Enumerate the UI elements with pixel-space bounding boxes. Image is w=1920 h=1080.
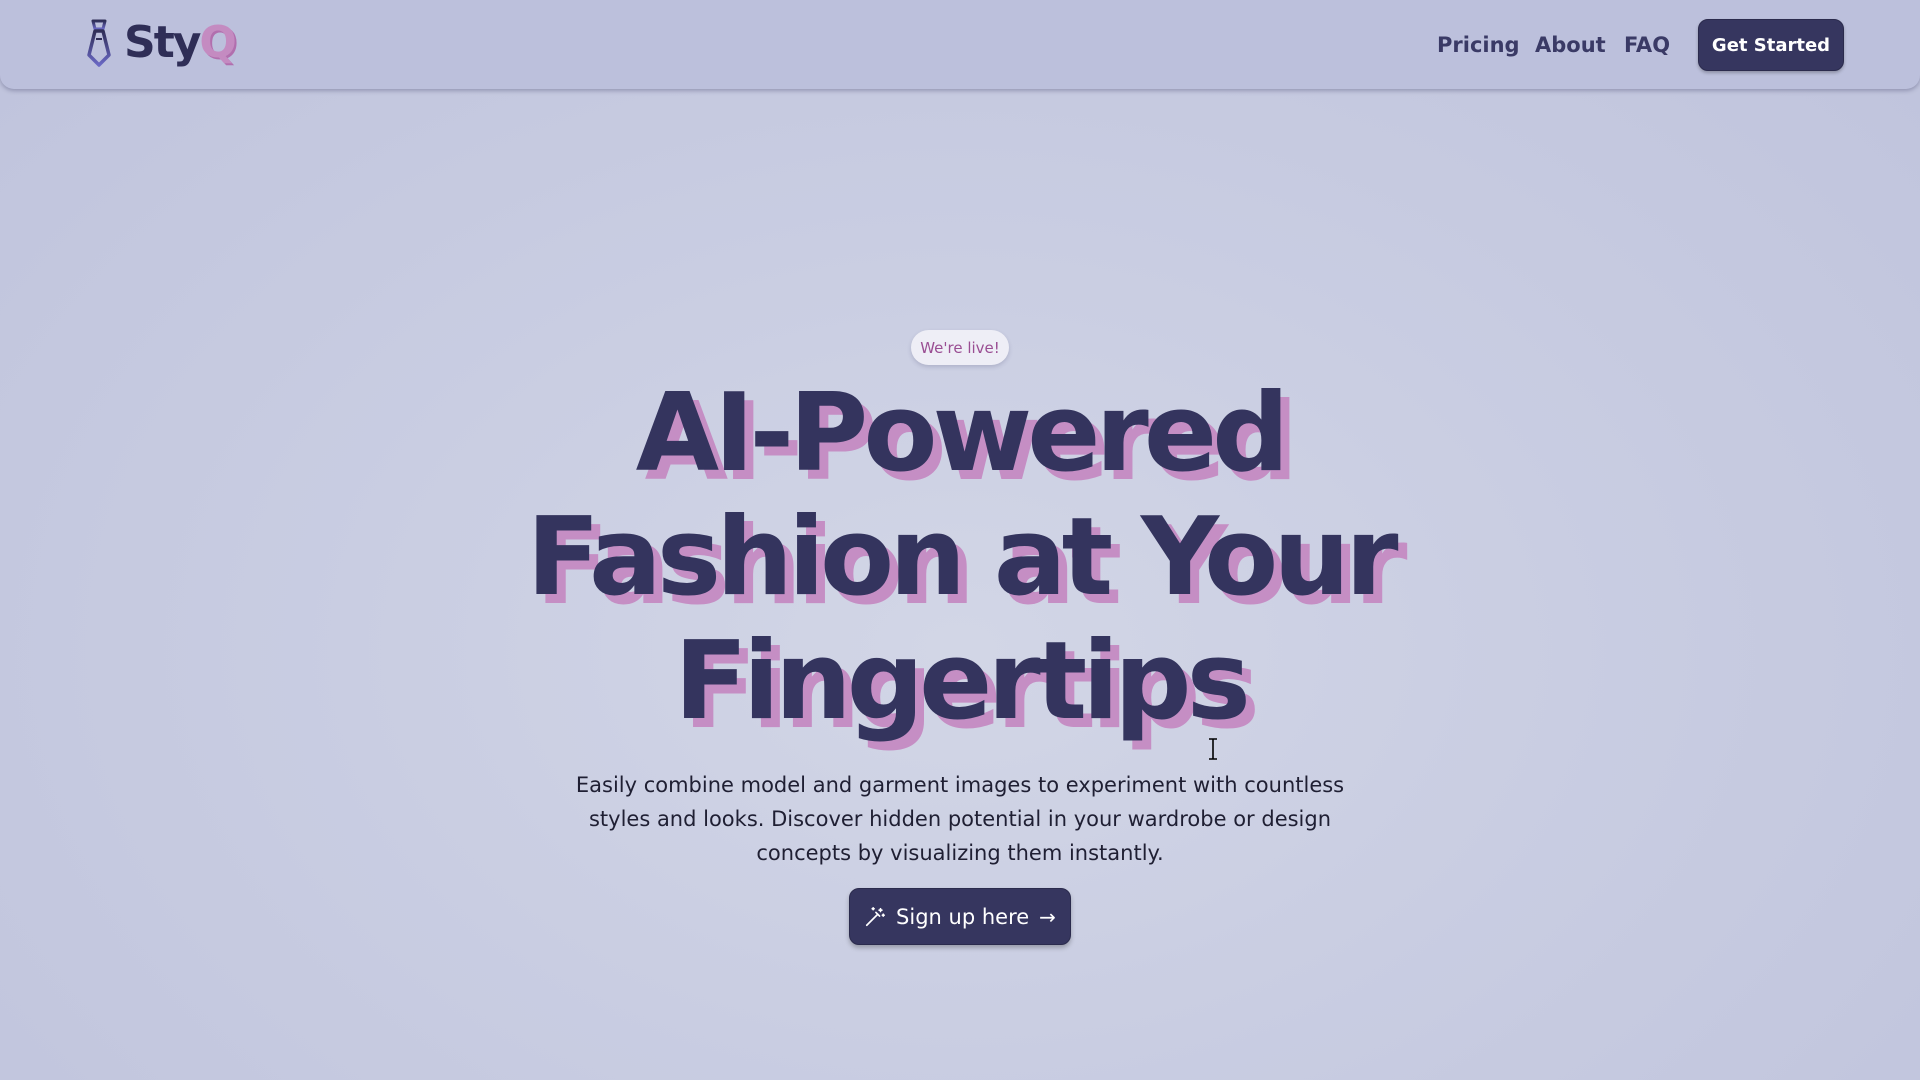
brand-name: Sty Q <box>124 17 237 68</box>
hero-title-line-3: Fingertips <box>674 619 1251 744</box>
brand-name-suffix: Q <box>199 17 236 68</box>
sign-up-label: Sign up here <box>896 904 1030 929</box>
brand-logo[interactable]: Sty Q <box>84 17 237 68</box>
hero-title-line-2: Fashion at Your <box>526 495 1399 620</box>
sign-up-button[interactable]: Sign up here → <box>849 888 1071 945</box>
nav-link-faq[interactable]: FAQ <box>1624 28 1674 62</box>
nav-link-pricing[interactable]: Pricing <box>1437 28 1520 62</box>
text-cursor-icon <box>1209 738 1217 760</box>
hero-title: AI-Powered Fashion at Your Fingertips <box>460 372 1460 744</box>
nav-link-about[interactable]: About <box>1535 28 1606 62</box>
get-started-button[interactable]: Get Started <box>1698 19 1844 71</box>
navbar: Sty Q Pricing About FAQ Get Started <box>0 0 1920 89</box>
hero-description: Easily combine model and garment images … <box>575 773 1345 865</box>
live-badge: We're live! <box>911 330 1009 365</box>
arrow-right-icon: → <box>1039 904 1056 929</box>
magic-wand-icon <box>865 906 886 926</box>
brand-name-prefix: Sty <box>124 17 201 68</box>
tie-icon <box>87 19 111 67</box>
hero-title-line-1: AI-Powered <box>635 371 1290 496</box>
